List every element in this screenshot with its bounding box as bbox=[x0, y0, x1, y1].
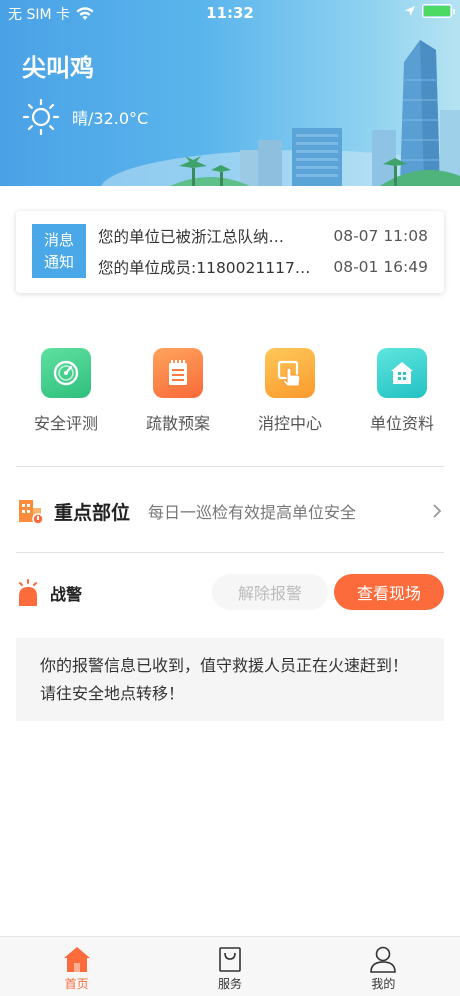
tab-label: 首页 bbox=[64, 977, 89, 991]
action-control-center[interactable]: 消控中心 bbox=[236, 348, 344, 438]
message-badge-line2: 通知 bbox=[43, 253, 74, 271]
action-label: 单位资料 bbox=[369, 414, 434, 433]
tab-service[interactable]: 服务 bbox=[153, 937, 306, 996]
message-text: 您的单位已被浙江总队纳… bbox=[98, 228, 285, 246]
chevron-right-icon bbox=[433, 504, 442, 518]
message-item[interactable]: 您的单位已被浙江总队纳… 08-07 11:08 bbox=[98, 225, 428, 247]
status-time: 11:32 bbox=[206, 4, 254, 22]
touch-icon bbox=[265, 348, 315, 398]
message-time: 08-01 16:49 bbox=[333, 258, 428, 276]
key-location-row[interactable]: 重点部位 每日一巡检有效提高单位安全 bbox=[16, 488, 444, 534]
shopping-bag-icon bbox=[219, 947, 241, 972]
divider bbox=[16, 466, 444, 467]
message-item[interactable]: 您的单位成员:1180021117… 08-01 16:49 bbox=[98, 256, 428, 278]
tab-home[interactable]: 首页 bbox=[0, 937, 153, 996]
sun-icon bbox=[22, 98, 60, 136]
tab-mine[interactable]: 我的 bbox=[307, 937, 460, 996]
house-icon bbox=[377, 348, 427, 398]
user-icon bbox=[370, 946, 397, 973]
building-icon bbox=[19, 500, 44, 525]
gauge-icon bbox=[41, 348, 91, 398]
tab-label: 我的 bbox=[371, 977, 396, 991]
notepad-icon bbox=[153, 348, 203, 398]
view-scene-button[interactable]: 查看现场 bbox=[334, 574, 444, 610]
action-label: 疏散预案 bbox=[145, 414, 210, 433]
page-title: 尖叫鸡 bbox=[22, 54, 94, 82]
message-badge: 消息 通知 bbox=[32, 224, 86, 278]
status-bar: 无 SIM 卡 11:32 bbox=[0, 0, 460, 28]
action-label: 安全评测 bbox=[33, 414, 98, 433]
action-safety-assessment[interactable]: 安全评测 bbox=[12, 348, 120, 438]
quick-actions-grid: 安全评测 疏散预案 消控中心 单位资料 bbox=[0, 348, 460, 438]
header-banner: 无 SIM 卡 11:32 尖叫鸡 晴/32.0°C bbox=[0, 0, 460, 186]
alarm-title: 战警 bbox=[50, 585, 83, 604]
alarm-light-icon bbox=[19, 579, 37, 606]
message-notification-card[interactable]: 消息 通知 您的单位已被浙江总队纳… 08-07 11:08 您的单位成员:11… bbox=[16, 211, 444, 293]
action-label: 消控中心 bbox=[257, 414, 322, 433]
weather-text: 晴/32.0°C bbox=[72, 109, 149, 128]
battery-icon bbox=[422, 4, 455, 18]
divider bbox=[16, 552, 444, 553]
key-location-title: 重点部位 bbox=[54, 501, 131, 524]
location-arrow-icon bbox=[405, 6, 415, 16]
home-icon bbox=[63, 947, 90, 972]
action-evacuation-plan[interactable]: 疏散预案 bbox=[124, 348, 232, 438]
message-time: 08-07 11:08 bbox=[333, 227, 428, 245]
tab-bar: 首页 服务 我的 bbox=[0, 936, 460, 996]
alarm-header: 战警 解除报警 查看现场 bbox=[16, 571, 444, 615]
weather-info: 晴/32.0°C bbox=[22, 98, 148, 136]
message-badge-line1: 消息 bbox=[43, 231, 74, 249]
tab-label: 服务 bbox=[217, 977, 242, 991]
cancel-alarm-button[interactable]: 解除报警 bbox=[212, 574, 328, 610]
key-location-subtitle: 每日一巡检有效提高单位安全 bbox=[148, 503, 357, 522]
action-unit-profile[interactable]: 单位资料 bbox=[348, 348, 456, 438]
alarm-message: 你的报警信息已收到，值守救援人员正在火速赶到！请往安全地点转移！ bbox=[16, 638, 444, 721]
message-text: 您的单位成员:1180021117… bbox=[98, 259, 311, 277]
